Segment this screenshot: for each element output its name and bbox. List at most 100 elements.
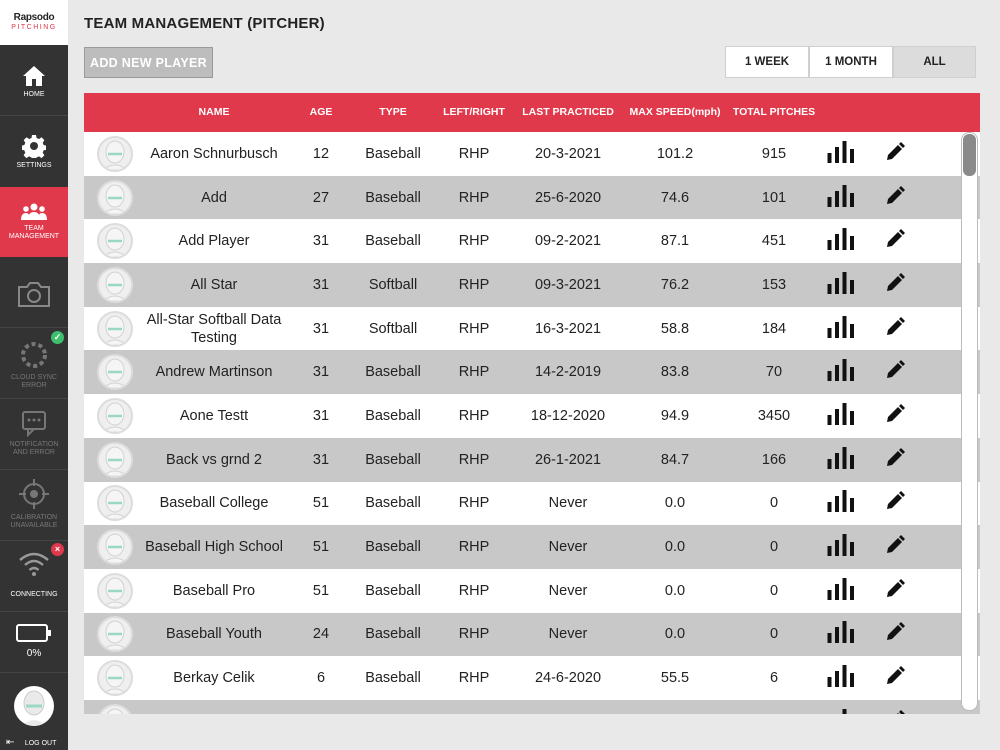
player-total-pitches: 6 [769, 670, 779, 687]
table-row[interactable] [84, 699, 980, 714]
range-all-button[interactable]: ALL [893, 46, 976, 78]
player-age: 51 [312, 539, 330, 556]
stats-icon[interactable] [827, 228, 855, 254]
logout-button[interactable]: ⇤ LOG OUT [0, 732, 68, 748]
table-row[interactable]: Add Player 31 Baseball RHP 09-2-2021 87.1 451 [84, 219, 980, 264]
table-row[interactable]: Baseball College 51 Baseball RHP Never 0.0 0 [84, 481, 980, 526]
edit-icon[interactable] [885, 316, 905, 341]
nav-calibration[interactable]: CALIBRATION UNAVAILABLE [0, 470, 68, 540]
player-handedness: RHP [458, 451, 490, 468]
table-row[interactable]: Baseball High School 51 Baseball RHP Never 0.… [84, 525, 980, 569]
stats-icon[interactable] [827, 446, 855, 473]
table-row[interactable]: Andrew Martinson 31 Baseball RHP 14-2-2019 83… [84, 350, 980, 395]
col-total-pitches[interactable]: TOTAL PITCHES [733, 106, 815, 118]
player-max-speed: 83.8 [660, 364, 690, 381]
nav-wifi-label: CONNECTING [10, 591, 58, 598]
stats-icon[interactable] [827, 184, 855, 211]
table-row[interactable]: Back vs grnd 2 31 Baseball RHP 26-1-2021 84.7… [84, 437, 980, 482]
player-type: Baseball [365, 364, 421, 381]
player-age: 27 [312, 189, 330, 206]
player-handedness: RHP [458, 233, 490, 250]
stats-icon[interactable] [827, 140, 855, 167]
player-handedness: RHP [458, 189, 490, 206]
player-last-practiced: Never [548, 539, 588, 556]
col-last-practiced[interactable]: LAST PRACTICED [522, 106, 614, 118]
edit-icon[interactable] [885, 403, 905, 428]
nav-wifi[interactable]: CONNECTING × [0, 541, 68, 611]
nav-cloud-sync[interactable]: CLOUD SYNC ERROR ✓ [0, 328, 68, 398]
stats-icon[interactable] [827, 315, 855, 342]
edit-icon[interactable] [885, 666, 905, 690]
edit-icon[interactable] [885, 360, 905, 384]
player-name: Baseball Youth [166, 626, 262, 643]
col-max-speed[interactable]: MAX SPEED(mph) [629, 106, 720, 118]
stats-icon[interactable] [827, 621, 855, 647]
col-name[interactable]: NAME [199, 106, 230, 118]
edit-icon[interactable] [885, 535, 905, 559]
player-total-pitches: 0 [769, 539, 779, 556]
stats-icon[interactable] [827, 534, 855, 560]
col-age[interactable]: AGE [310, 106, 333, 118]
nav-camera[interactable] [0, 258, 68, 328]
table-row[interactable]: Baseball Pro 51 Baseball RHP Never 0.0 0 [84, 568, 980, 613]
player-total-pitches: 70 [765, 364, 783, 381]
player-total-pitches: 0 [769, 582, 779, 599]
edit-icon[interactable] [885, 578, 905, 603]
edit-icon[interactable] [885, 272, 905, 297]
table-row[interactable]: Aone Testt 31 Baseball RHP 18-12-2020 94.9 345… [84, 394, 980, 438]
nav-notification-label: NOTIFICATION AND ERROR [9, 441, 59, 456]
stats-icon[interactable] [827, 359, 855, 385]
player-last-practiced: Never [548, 495, 588, 512]
edit-icon[interactable] [885, 622, 905, 646]
stats-icon[interactable] [827, 490, 855, 516]
player-type: Baseball [365, 233, 421, 250]
stats-icon[interactable] [827, 665, 855, 691]
stats-icon[interactable] [827, 577, 855, 604]
table-scrollbar[interactable] [961, 132, 978, 711]
player-age: 31 [312, 451, 330, 468]
col-type[interactable]: TYPE [379, 106, 406, 118]
player-name: Aone Testt [179, 407, 249, 424]
player-type: Baseball [365, 670, 421, 687]
table-row[interactable]: Add 27 Baseball RHP 25-6-2020 74.6 101 [84, 175, 980, 220]
player-max-speed: 0.0 [664, 582, 686, 599]
table-row[interactable]: Baseball Youth 24 Baseball RHP Never 0.0 0 [84, 612, 980, 657]
player-max-speed: 0.0 [664, 495, 686, 512]
add-new-player-button[interactable]: ADD NEW PLAYER [84, 47, 213, 78]
edit-icon[interactable] [885, 447, 905, 472]
edit-icon[interactable] [885, 141, 905, 166]
battery-status: 0% [0, 612, 68, 672]
table-row[interactable]: All-Star Softball Data Testing 31 Softball… [84, 306, 980, 351]
table-row[interactable]: Berkay Celik 6 Baseball RHP 24-6-2020 55.5 6 [84, 656, 980, 700]
edit-icon[interactable] [885, 491, 905, 515]
edit-icon[interactable] [885, 709, 905, 714]
stats-icon[interactable] [827, 271, 855, 298]
col-left-right[interactable]: LEFT/RIGHT [443, 106, 505, 118]
player-max-speed: 55.5 [660, 670, 690, 687]
player-last-practiced: 14-2-2019 [534, 364, 602, 381]
scrollbar-thumb[interactable] [963, 134, 976, 176]
nav-notification[interactable]: NOTIFICATION AND ERROR [0, 399, 68, 469]
table-row[interactable]: Aaron Schnurbusch 12 Baseball RHP 20-3-2021 1… [84, 132, 980, 176]
edit-icon[interactable] [885, 229, 905, 253]
player-total-pitches: 166 [761, 451, 787, 468]
player-name: Add Player [178, 233, 250, 250]
player-last-practiced: 09-3-2021 [534, 276, 602, 293]
player-handedness: RHP [458, 276, 490, 293]
nav-home[interactable]: HOME [0, 45, 68, 115]
range-1-month-button[interactable]: 1 MONTH [809, 46, 893, 78]
stats-icon[interactable] [827, 402, 855, 429]
player-last-practiced: Never [548, 582, 588, 599]
player-last-practiced: 16-3-2021 [534, 320, 602, 337]
player-last-practiced: 26-1-2021 [534, 451, 602, 468]
table-row[interactable]: All Star 31 Softball RHP 09-3-2021 76.2 153 [84, 263, 980, 307]
avatar [14, 686, 54, 726]
player-total-pitches: 184 [761, 320, 787, 337]
edit-icon[interactable] [885, 185, 905, 210]
stats-icon[interactable] [828, 708, 855, 714]
player-type: Baseball [365, 451, 421, 468]
range-1-week-button[interactable]: 1 WEEK [725, 46, 809, 78]
nav-team-management[interactable]: TEAM MANAGEMENT [0, 187, 68, 257]
nav-settings[interactable]: SETTINGS [0, 116, 68, 186]
brand-name: Rapsodo [13, 12, 55, 23]
